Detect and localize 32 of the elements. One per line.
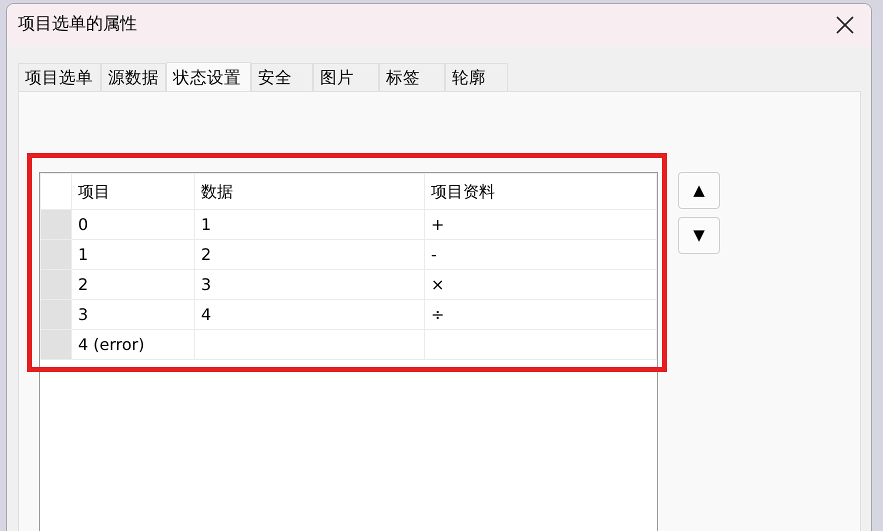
table-cell: 3 xyxy=(194,270,424,300)
tab[interactable]: 安全 xyxy=(251,63,313,91)
row-header[interactable] xyxy=(40,330,72,360)
tab[interactable]: 状态设置 xyxy=(166,62,251,92)
row-header[interactable] xyxy=(40,270,72,300)
table-cell: ÷ xyxy=(424,300,656,330)
table-cell: 2 xyxy=(72,270,194,300)
tab[interactable]: 轮廓 xyxy=(445,63,508,91)
window-title: 项目选单的属性 xyxy=(18,13,137,36)
column-header[interactable]: 数据 xyxy=(194,174,424,210)
table-cell: 2 xyxy=(194,240,424,270)
table-cell: + xyxy=(424,210,656,240)
tab[interactable]: 项目选单 xyxy=(18,63,101,91)
row-header[interactable] xyxy=(40,210,72,240)
table-cell: × xyxy=(424,270,656,300)
table-cell: 0 xyxy=(72,210,194,240)
row-header[interactable] xyxy=(40,300,72,330)
table-cell: 4 (error) xyxy=(72,330,194,360)
table-cell: 1 xyxy=(72,240,194,270)
table-cell: 4 xyxy=(194,300,424,330)
tab[interactable]: 源数据 xyxy=(101,63,166,91)
table-cell: 3 xyxy=(72,300,194,330)
table-cell: 1 xyxy=(194,210,424,240)
move-down-button[interactable]: ▼ xyxy=(678,217,720,254)
tab[interactable]: 标签 xyxy=(379,63,445,91)
close-icon xyxy=(836,16,854,34)
column-header[interactable]: 项目资料 xyxy=(424,174,656,210)
row-header[interactable] xyxy=(40,240,72,270)
column-header[interactable]: 项目 xyxy=(72,174,194,210)
table-cell: - xyxy=(424,240,656,270)
tab[interactable]: 图片 xyxy=(313,63,379,91)
move-up-button[interactable]: ▲ xyxy=(678,172,720,209)
